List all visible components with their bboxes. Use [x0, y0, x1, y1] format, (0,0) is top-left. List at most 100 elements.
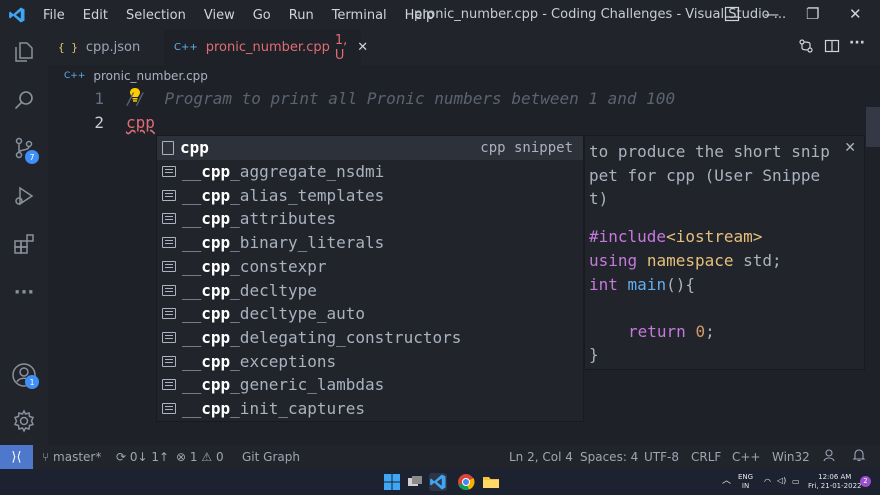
cursor-position[interactable]: Ln 2, Col 4: [509, 450, 573, 464]
remote-indicator[interactable]: ⟩⟨: [0, 445, 33, 469]
close-details-icon[interactable]: ✕: [844, 140, 856, 156]
suggestion-item[interactable]: __ cpp _init_captures: [157, 397, 583, 421]
tab-label: cpp.json: [85, 40, 141, 55]
suggestion-rest: _aggregate_nsdmi: [230, 162, 385, 182]
encoding[interactable]: UTF-8: [644, 450, 679, 464]
cpp-file-icon: C++: [64, 71, 86, 81]
suggestion-item[interactable]: __ cpp _attributes: [157, 207, 583, 231]
code-token: (){: [666, 275, 695, 294]
more-icon[interactable]: ···: [0, 272, 48, 312]
suggestion-prefix: __: [182, 185, 202, 205]
notification-badge[interactable]: 2: [860, 476, 871, 487]
editor-scrollbar[interactable]: [866, 107, 880, 147]
open-changes-icon[interactable]: [798, 38, 814, 58]
suggestion-item[interactable]: cpp cpp snippet: [157, 136, 583, 160]
menu-edit[interactable]: Edit: [74, 8, 117, 23]
run-debug-icon[interactable]: [0, 176, 48, 216]
suggestion-rest: _alias_templates: [230, 185, 385, 205]
menu-run[interactable]: Run: [280, 8, 323, 23]
status-bar: ⟩⟨ ⑂ master* ⟳ 0↓ 1↑ ⊗ 1 ⚠ 0 Git Graph L…: [0, 445, 880, 469]
suggestion-item[interactable]: __ cpp _aggregate_nsdmi: [157, 160, 583, 184]
text-icon: [162, 355, 176, 367]
suggestion-prefix: __: [182, 280, 202, 300]
language-mode[interactable]: C++: [732, 450, 761, 464]
suggestion-prefix: __: [182, 375, 202, 395]
suggestion-match: cpp: [201, 375, 231, 395]
code-token: std;: [743, 251, 782, 270]
suggestion-item[interactable]: __ cpp _generic_lambdas: [157, 373, 583, 397]
task-view-icon[interactable]: [406, 473, 424, 491]
code-token: namespace: [646, 251, 734, 270]
menu-selection[interactable]: Selection: [117, 8, 195, 23]
vscode-taskbar-icon[interactable]: [429, 473, 447, 491]
platform[interactable]: Win32: [772, 450, 810, 464]
suggestion-match: cpp: [201, 304, 231, 324]
error-count: 1: [189, 450, 198, 464]
minimize-button[interactable]: —: [764, 5, 779, 23]
split-editor-icon[interactable]: [824, 38, 840, 58]
suggestion-detail: cpp snippet: [480, 139, 573, 156]
clock[interactable]: 12:06 AM Fri, 21-01-2022: [808, 473, 861, 491]
input-language[interactable]: ENG IN: [738, 473, 753, 491]
toggle-layout-icon[interactable]: [724, 6, 740, 26]
accounts-icon[interactable]: [0, 355, 48, 395]
suggestion-item[interactable]: __ cpp _binary_literals: [157, 231, 583, 255]
suggestion-item[interactable]: __ cpp _constexpr: [157, 255, 583, 279]
sync-status[interactable]: ⟳ 0↓ 1↑: [116, 450, 169, 464]
source-control-badge: 7: [25, 150, 39, 164]
code-token: using: [589, 251, 638, 270]
suggestion-item[interactable]: __ cpp _delegating_constructors: [157, 326, 583, 350]
suggestion-prefix: __: [182, 304, 202, 324]
breadcrumb[interactable]: C++ pronic_number.cpp: [48, 65, 880, 87]
breadcrumb-file[interactable]: pronic_number.cpp: [93, 69, 208, 83]
suggestion-item[interactable]: __ cpp _alias_templates: [157, 183, 583, 207]
text-icon: [162, 237, 176, 249]
text-icon: [162, 284, 176, 296]
more-actions-icon[interactable]: ···: [849, 35, 865, 51]
accounts-badge: 1: [25, 375, 39, 389]
manage-gear-icon[interactable]: [0, 401, 48, 441]
suggestion-item[interactable]: __ cpp _exceptions: [157, 349, 583, 373]
suggestion-item[interactable]: __ cpp _decltype_auto: [157, 302, 583, 326]
text-icon: [162, 379, 176, 391]
windows-start-icon[interactable]: [383, 473, 401, 491]
tab-pronic-number-cpp[interactable]: C++ pronic_number.cpp 1, U ✕: [164, 30, 368, 65]
suggestion-match: cpp: [201, 327, 231, 347]
volume-icon[interactable]: ◁): [777, 476, 786, 485]
snippet-line-return: return 0;: [628, 322, 715, 341]
suggestion-rest: _binary_literals: [230, 233, 385, 253]
notifications-bell-icon[interactable]: [852, 448, 866, 465]
suggestion-match: cpp: [201, 351, 231, 371]
battery-icon[interactable]: ▭: [792, 477, 800, 486]
problems-status[interactable]: ⊗ 1 ⚠ 0: [176, 450, 224, 464]
code-line-1: // Program to print all Pronic numbers b…: [126, 89, 676, 108]
suggestion-match: cpp: [201, 399, 231, 419]
suggestion-item[interactable]: __ cpp _decltype: [157, 278, 583, 302]
explorer-icon[interactable]: [0, 32, 48, 72]
menu-view[interactable]: View: [195, 8, 244, 23]
git-graph-button[interactable]: Git Graph: [242, 450, 300, 464]
file-explorer-icon[interactable]: [482, 473, 500, 491]
suggestion-prefix: __: [182, 233, 202, 253]
source-control-icon[interactable]: [0, 128, 48, 168]
menu-terminal[interactable]: Terminal: [323, 8, 396, 23]
extensions-icon[interactable]: [0, 224, 48, 264]
close-window-button[interactable]: ✕: [849, 5, 862, 23]
menu-go[interactable]: Go: [244, 8, 280, 23]
feedback-icon[interactable]: [822, 448, 836, 465]
search-icon[interactable]: [0, 80, 48, 120]
code-token: #include: [589, 227, 667, 246]
network-icon[interactable]: ◠: [764, 477, 771, 486]
sync-counts: 0↓ 1↑: [129, 450, 170, 464]
tab-close-icon[interactable]: ✕: [357, 40, 368, 55]
indentation[interactable]: Spaces: 4: [580, 450, 638, 464]
suggestion-rest: _decltype: [230, 280, 317, 300]
chrome-icon[interactable]: [457, 473, 475, 491]
tray-chevron-icon[interactable]: ︿: [722, 477, 731, 486]
end-of-line[interactable]: CRLF: [691, 450, 721, 464]
git-branch[interactable]: ⑂ master*: [42, 450, 101, 464]
tab-cpp-json[interactable]: { } cpp.json: [48, 30, 163, 65]
tab-label: pronic_number.cpp: [205, 40, 330, 55]
menu-file[interactable]: File: [34, 8, 74, 23]
maximize-button[interactable]: ❐: [806, 5, 819, 23]
